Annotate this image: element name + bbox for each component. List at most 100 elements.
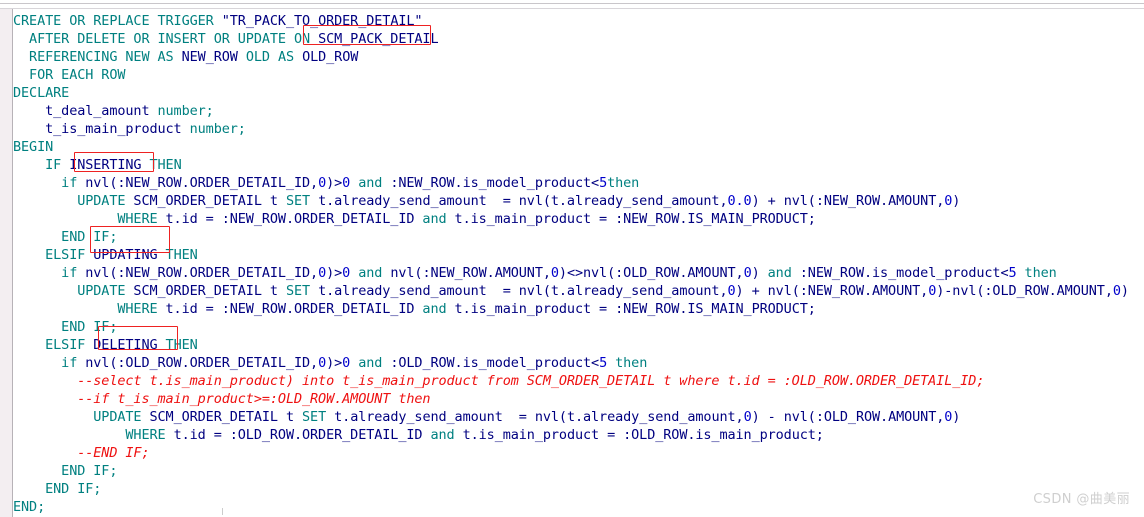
code-token-kw: OLD	[245, 49, 278, 65]
code-token-num: 0	[342, 265, 351, 281]
code-line: WHERE t.id = :NEW_ROW.ORDER_DETAIL_ID an…	[13, 210, 816, 228]
top-divider-primary	[0, 3, 1144, 4]
code-token-kw: SET	[302, 409, 335, 425]
code-token-id: UPDATING	[93, 247, 158, 263]
code-line: ELSIF UPDATING THEN	[13, 246, 198, 264]
code-token-id: t.already_send_amount = nvl(t.already_se…	[318, 283, 728, 299]
code-token-kw: THEN	[157, 337, 198, 353]
code-token-num: 5	[1008, 265, 1017, 281]
code-token-id: t_is_main_product	[13, 121, 190, 137]
code-token-id: OLD_ROW	[302, 49, 359, 65]
code-token-id: t.id = :NEW_ROW.ORDER_DETAIL_ID	[165, 301, 423, 317]
code-token-kw: CREATE OR REPLACE TRIGGER	[13, 13, 222, 29]
code-token-id: t_deal_amount	[13, 103, 158, 119]
code-token-kw: and	[350, 265, 391, 281]
code-token-id: SCM_ORDER_DETAIL t	[133, 193, 286, 209]
code-token-kw: END IF;	[13, 319, 118, 335]
code-line: END IF;	[13, 318, 117, 336]
code-token-num: 5	[599, 355, 608, 371]
code-token-id: t.already_send_amount = nvl(t.already_se…	[334, 409, 744, 425]
code-line: --select t.is_main_product) into t_is_ma…	[13, 372, 984, 390]
code-token-kw: UPDATE	[13, 409, 150, 425]
code-token-kw: BEGIN	[13, 139, 54, 155]
code-token-id: t.id = :NEW_ROW.ORDER_DETAIL_ID	[165, 211, 423, 227]
code-token-id: nvl(:NEW_ROW.AMOUNT,	[390, 265, 551, 281]
code-token-id: INSERTING	[69, 157, 142, 173]
code-token-kw: AS	[277, 49, 303, 65]
code-token-kw: UPDATE	[13, 283, 134, 299]
code-token-kw: SET	[285, 193, 319, 209]
code-token-num: 5	[599, 175, 608, 191]
code-token-id: t.already_send_amount = nvl(t.already_se…	[318, 193, 728, 209]
code-token-num: 0	[318, 355, 327, 371]
code-token-num: 0	[727, 283, 736, 299]
code-token-kw: then	[607, 355, 648, 371]
code-line: if nvl(:OLD_ROW.ORDER_DETAIL_ID,0)>0 and…	[13, 354, 647, 372]
code-token-kw: THEN	[141, 157, 182, 173]
editor-gutter	[0, 9, 12, 517]
code-line: t_deal_amount number;	[13, 102, 214, 120]
code-surface[interactable]: CREATE OR REPLACE TRIGGER "TR_PACK_TO_OR…	[13, 9, 1144, 517]
code-token-id: nvl(:NEW_ROW.ORDER_DETAIL_ID,	[85, 175, 319, 191]
code-line: DECLARE	[13, 84, 69, 102]
code-line: END IF;	[13, 462, 117, 480]
code-line: t_is_main_product number;	[13, 120, 246, 138]
code-token-cmt: --select t.is_main_product) into t_is_ma…	[13, 373, 985, 389]
code-token-id: SCM_ORDER_DETAIL t	[149, 409, 303, 425]
code-token-id: NEW_ROW	[181, 49, 246, 65]
code-token-kw: WHERE	[13, 211, 166, 227]
code-token-kw: and	[422, 211, 455, 227]
code-token-kw: WHERE	[13, 301, 166, 317]
sql-code-editor[interactable]: CREATE OR REPLACE TRIGGER "TR_PACK_TO_OR…	[0, 0, 1144, 517]
code-line: AFTER DELETE OR INSERT OR UPDATE ON SCM_…	[13, 30, 439, 48]
code-token-id: DELETING	[93, 337, 158, 353]
code-token-kw: REFERENCING	[13, 49, 126, 65]
code-token-kw: then	[607, 175, 640, 191]
code-line: WHERE t.id = :OLD_ROW.ORDER_DETAIL_ID an…	[13, 426, 824, 444]
code-token-num: 0	[342, 175, 351, 191]
code-line: if nvl(:NEW_ROW.ORDER_DETAIL_ID,0)>0 and…	[13, 174, 639, 192]
code-line: --END IF;	[13, 444, 149, 462]
code-token-id: :NEW_ROW.is_model_product<	[390, 175, 600, 191]
code-line: UPDATE SCM_ORDER_DETAIL t SET t.already_…	[13, 408, 960, 426]
code-token-kw: END;	[13, 499, 46, 515]
code-token-id: )-nvl(:OLD_ROW.AMOUNT,	[936, 283, 1113, 299]
code-line: ELSIF DELETING THEN	[13, 336, 198, 354]
code-token-id: t.is_main_product = :OLD_ROW.is_main_pro…	[462, 427, 824, 443]
code-token-id: SCM_ORDER_DETAIL t	[133, 283, 286, 299]
code-token-kw: END IF;	[13, 463, 118, 479]
caret-tick	[222, 508, 223, 515]
code-token-kw: IF	[13, 157, 70, 173]
code-token-id: )	[952, 193, 961, 209]
code-token-num: 0	[318, 265, 327, 281]
code-token-kw: SET	[285, 283, 319, 299]
code-line: UPDATE SCM_ORDER_DETAIL t SET t.already_…	[13, 282, 1129, 300]
code-token-cmt: --if t_is_main_product>=:OLD_ROW.AMOUNT …	[13, 391, 431, 407]
code-token-id: )>	[326, 265, 343, 281]
code-line: IF INSERTING THEN	[13, 156, 182, 174]
code-token-id: ) + nvl(:NEW_ROW.AMOUNT,	[735, 283, 929, 299]
code-token-id: )	[952, 409, 961, 425]
code-token-num: 0	[342, 355, 351, 371]
code-token-num: 0	[318, 175, 327, 191]
code-token-kw: AS	[157, 49, 182, 65]
code-token-id: "TR_PACK_TO_ORDER_DETAIL"	[221, 13, 423, 29]
code-token-kw: ELSIF	[13, 247, 94, 263]
code-token-id: :OLD_ROW.is_model_product<	[390, 355, 600, 371]
code-token-kw: if	[13, 355, 86, 371]
code-token-id: )	[1120, 283, 1129, 299]
code-token-kw: and	[759, 265, 800, 281]
code-line: BEGIN	[13, 138, 53, 156]
code-token-kw: and	[422, 301, 455, 317]
code-token-kw: if	[13, 265, 86, 281]
code-token-kw: AFTER DELETE OR INSERT OR UPDATE ON	[13, 31, 319, 47]
code-token-kw: DECLARE	[13, 85, 70, 101]
code-line: UPDATE SCM_ORDER_DETAIL t SET t.already_…	[13, 192, 960, 210]
code-token-id: )<>nvl(:OLD_ROW.AMOUNT,	[558, 265, 744, 281]
code-line: END;	[13, 498, 45, 516]
code-line: FOR EACH ROW	[13, 66, 125, 84]
code-token-kw: and	[350, 175, 391, 191]
code-line: WHERE t.id = :NEW_ROW.ORDER_DETAIL_ID an…	[13, 300, 816, 318]
code-token-kw: END IF;	[13, 481, 102, 497]
code-token-kw: FOR EACH ROW	[13, 67, 126, 83]
